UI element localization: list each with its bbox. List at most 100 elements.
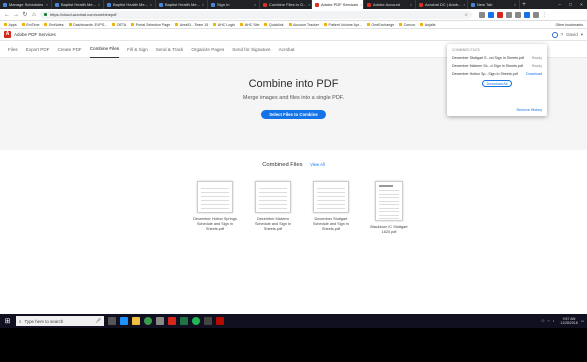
extension-icon[interactable]: [524, 11, 530, 18]
extension-icon[interactable]: [488, 11, 494, 18]
app-icon[interactable]: [156, 317, 164, 325]
browser-tab[interactable]: New Tab ×: [468, 0, 520, 9]
microphone-icon[interactable]: 🎤︎: [95, 318, 101, 324]
combined-file-card[interactable]: Blackburn IC Stuttgart 1620.pdf: [367, 181, 411, 235]
excel-icon[interactable]: [180, 317, 188, 325]
bookmark-item[interactable]: AHC Site: [240, 23, 259, 27]
download-link[interactable]: Download: [526, 72, 542, 76]
help-icon[interactable]: ?: [561, 32, 564, 37]
people-icon[interactable]: ⚇: [541, 319, 544, 323]
combined-file-card[interactable]: December Malvern Schedule and Sign In Shee…: [251, 181, 295, 235]
close-window-icon[interactable]: ×: [576, 0, 587, 9]
home-icon[interactable]: ⌂: [31, 12, 37, 18]
bookmark-item[interactable]: Account Tracker: [288, 23, 319, 27]
browser-tab[interactable]: Manage Schedules ×: [0, 0, 52, 9]
status-icon[interactable]: [551, 31, 558, 38]
taskbar-search[interactable]: ⌕ Type here to search 🎤︎: [16, 316, 104, 326]
bookmark-item[interactable]: AHC Login: [213, 23, 235, 27]
bookmark-item[interactable]: OETA: [112, 23, 126, 27]
edge-icon[interactable]: [120, 317, 128, 325]
bookmark-item[interactable]: Anjalis: [420, 23, 435, 27]
popup-file-name: December Stuttgart S...nd Sign In Sheets…: [452, 56, 524, 60]
menu-item-fill-sign[interactable]: Fill & Sign: [127, 41, 148, 58]
close-icon[interactable]: ×: [150, 3, 152, 7]
combined-file-card[interactable]: December Holton Springs Schedule and Sign…: [193, 181, 237, 235]
close-icon[interactable]: ×: [46, 3, 48, 7]
extension-icon[interactable]: [479, 11, 485, 18]
download-all-button[interactable]: Download All: [482, 80, 512, 87]
browser-tab[interactable]: Baptist Health Me... ×: [104, 0, 156, 9]
menu-item-send-for-signature[interactable]: Send for Signature: [232, 41, 270, 58]
file-thumbnail[interactable]: [255, 181, 291, 213]
close-icon[interactable]: ×: [308, 3, 310, 7]
acrobat-reader-icon[interactable]: [216, 317, 224, 325]
browser-tab[interactable]: Acrobat DC | Adob... ×: [416, 0, 468, 9]
acrobat-taskbar-icon[interactable]: [168, 317, 176, 325]
minimize-icon[interactable]: –: [554, 0, 565, 9]
menu-item-organize-pages[interactable]: Organize Pages: [191, 41, 224, 58]
menu-item-create-pdf[interactable]: Create PDF: [57, 41, 81, 58]
combined-file-card[interactable]: December Stuttgart Schedule and Sign In Sh…: [309, 181, 353, 235]
remove-history-link[interactable]: Remove History: [516, 108, 542, 112]
bookmark-item[interactable]: Area51 - Team 15: [175, 23, 208, 27]
bookmark-item[interactable]: OneExchange: [366, 23, 394, 27]
notification-icon[interactable]: ▭: [581, 319, 584, 323]
close-icon[interactable]: ×: [202, 3, 204, 7]
bookmark-item[interactable]: EmNotes: [44, 23, 64, 27]
close-icon[interactable]: ×: [514, 3, 516, 7]
menu-item-export-pdf[interactable]: Export PDF: [26, 41, 50, 58]
menu-item-combine-files[interactable]: Combine Files: [89, 41, 120, 58]
volume-icon[interactable]: ♪: [553, 319, 555, 323]
browser-tab[interactable]: Adobe PDF Services ×: [312, 0, 364, 9]
browser-tab[interactable]: Baptist Health Me... ×: [52, 0, 104, 9]
bookmark-item[interactable]: Concur: [399, 23, 415, 27]
file-thumbnail[interactable]: [375, 181, 403, 221]
extension-icon[interactable]: [506, 11, 512, 18]
chevron-down-icon[interactable]: ▾: [581, 32, 583, 38]
menu-item-files[interactable]: Files: [8, 41, 18, 58]
browser-tab[interactable]: Combine Files in O... ×: [260, 0, 312, 9]
user-menu[interactable]: David: [566, 32, 578, 37]
menu-item-acrobat[interactable]: Acrobat: [279, 41, 295, 58]
network-icon[interactable]: ⌁: [548, 319, 550, 323]
file-thumbnail[interactable]: [197, 181, 233, 213]
tab-favicon-icon: [3, 2, 7, 7]
bookmark-item[interactable]: EmTime: [21, 23, 39, 27]
reload-icon[interactable]: ↻: [22, 11, 28, 18]
bookmark-item[interactable]: Patient Volume Apr...: [324, 23, 362, 27]
forward-icon[interactable]: →: [13, 12, 19, 18]
extension-icon[interactable]: [497, 11, 503, 18]
maximize-icon[interactable]: □: [565, 0, 576, 9]
browser-tab[interactable]: Baptist Health Me... ×: [156, 0, 208, 9]
file-explorer-icon[interactable]: [132, 317, 140, 325]
spotify-icon[interactable]: [192, 317, 200, 325]
other-bookmarks[interactable]: Other bookmarks: [555, 23, 583, 27]
bookmark-item[interactable]: Portal Selection Page: [131, 23, 170, 27]
app-icon[interactable]: [204, 317, 212, 325]
chrome-icon[interactable]: [144, 317, 152, 325]
bookmark-item[interactable]: Quicklink: [264, 23, 284, 27]
back-icon[interactable]: ←: [4, 12, 10, 18]
close-icon[interactable]: ×: [410, 3, 412, 7]
star-icon[interactable]: ☆: [464, 12, 468, 17]
clock[interactable]: 9:57 AM 11/28/2018: [560, 317, 577, 326]
browser-tab[interactable]: Sign In ×: [208, 0, 260, 9]
url-field[interactable]: https://cloud.acrobat.com/combinepdf ☆: [40, 10, 472, 19]
bookmark-item[interactable]: Apps: [4, 23, 17, 27]
task-view-icon[interactable]: [108, 317, 116, 325]
view-all-link[interactable]: View All: [310, 162, 325, 167]
file-thumbnail[interactable]: [313, 181, 349, 213]
browser-tab[interactable]: Adobe Account ×: [364, 0, 416, 9]
close-icon[interactable]: ×: [98, 3, 100, 7]
extension-icon[interactable]: [533, 11, 539, 18]
bookmark-item[interactable]: Dashboards: EVPS...: [68, 23, 107, 27]
windows-start-icon[interactable]: ⊞: [3, 317, 12, 326]
menu-item-send-track[interactable]: Send & Track: [156, 41, 184, 58]
close-icon[interactable]: ×: [360, 3, 362, 7]
close-icon[interactable]: ×: [254, 3, 256, 7]
menu-icon[interactable]: ⋮: [542, 12, 548, 18]
new-tab-icon[interactable]: +: [520, 0, 528, 9]
extension-icon[interactable]: [515, 11, 521, 18]
close-icon[interactable]: ×: [463, 3, 465, 7]
select-files-button[interactable]: Select Files to Combine: [261, 110, 326, 119]
